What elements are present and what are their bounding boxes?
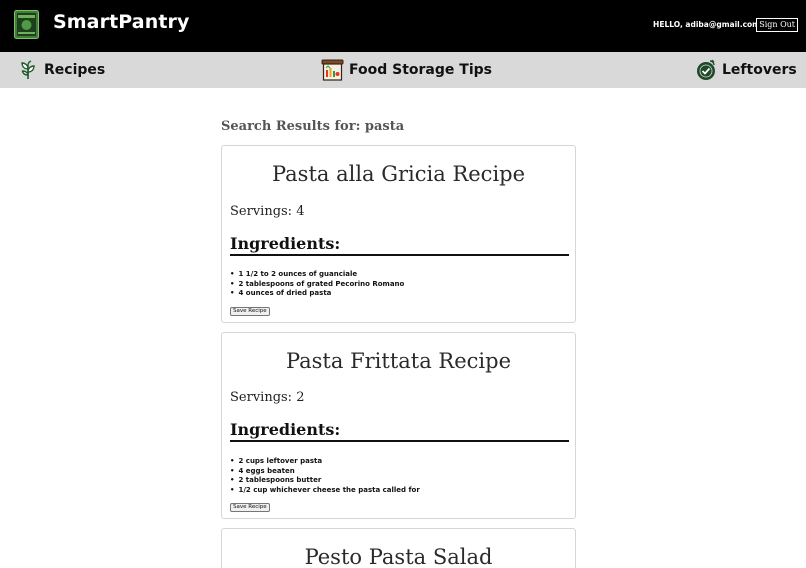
nav-recipes-label: Recipes — [44, 62, 106, 78]
nav-leftovers-label: Leftovers — [722, 62, 797, 78]
ingredients-heading: Ingredients: — [230, 234, 569, 256]
main-nav: Recipes Food Storage Tips Leftovers — [0, 52, 806, 88]
pantry-logo-icon[interactable] — [14, 10, 39, 39]
recipe-title: Pesto Pasta Salad — [304, 545, 493, 568]
ingredient-item: 4 ounces of dried pasta — [230, 289, 404, 299]
top-header: SmartPantry HELLO, adiba@gmail.com Sign … — [0, 0, 806, 52]
ingredient-list: 2 cups leftover pasta 4 eggs beaten 2 ta… — [230, 457, 420, 496]
recipe-card: Pasta Frittata Recipe Servings: 2 Ingred… — [221, 332, 576, 519]
ingredient-item: 2 tablespoons butter — [230, 476, 420, 486]
recipe-title: Pasta alla Gricia Recipe — [271, 162, 526, 186]
ingredient-item: 1/2 cup whichever cheese the pasta calle… — [230, 486, 419, 496]
recipe-card: Pasta alla Gricia Recipe Servings: 4 Ing… — [221, 145, 576, 323]
recipe-servings: Servings: 4 — [230, 204, 305, 219]
user-greeting: HELLO, adiba@gmail.com — [653, 20, 760, 29]
ingredient-item: 1 1/2 to 2 ounces of guanciale — [230, 270, 404, 280]
nav-food-storage-tips[interactable]: Food Storage Tips — [321, 52, 492, 88]
ingredient-item: 2 tablespoons of grated Pecorino Romano — [230, 280, 404, 290]
recipe-card: Pesto Pasta Salad — [221, 528, 576, 568]
sign-out-button[interactable]: Sign Out — [756, 18, 798, 32]
ingredient-list: 1 1/2 to 2 ounces of guanciale 2 tablesp… — [230, 270, 404, 299]
ingredient-item: 4 eggs beaten — [230, 467, 420, 477]
ingredient-item: 2 cups leftover pasta — [230, 457, 420, 467]
storage-box-icon — [321, 59, 344, 81]
ingredients-heading: Ingredients: — [230, 420, 569, 442]
save-recipe-button[interactable]: Save Recipe — [230, 307, 270, 316]
save-recipe-button[interactable]: Save Recipe — [230, 503, 270, 512]
nav-leftovers[interactable]: Leftovers — [696, 52, 797, 88]
nav-food-storage-tips-label: Food Storage Tips — [349, 62, 492, 78]
brand-name[interactable]: SmartPantry — [53, 11, 189, 33]
nav-recipes[interactable]: Recipes — [20, 52, 105, 88]
recipe-servings: Servings: 2 — [230, 390, 305, 405]
herb-icon — [21, 60, 35, 79]
recipe-title: Pasta Frittata Recipe — [285, 349, 512, 373]
search-results-heading: Search Results for: pasta — [221, 119, 405, 134]
leftovers-plate-icon — [697, 59, 715, 80]
